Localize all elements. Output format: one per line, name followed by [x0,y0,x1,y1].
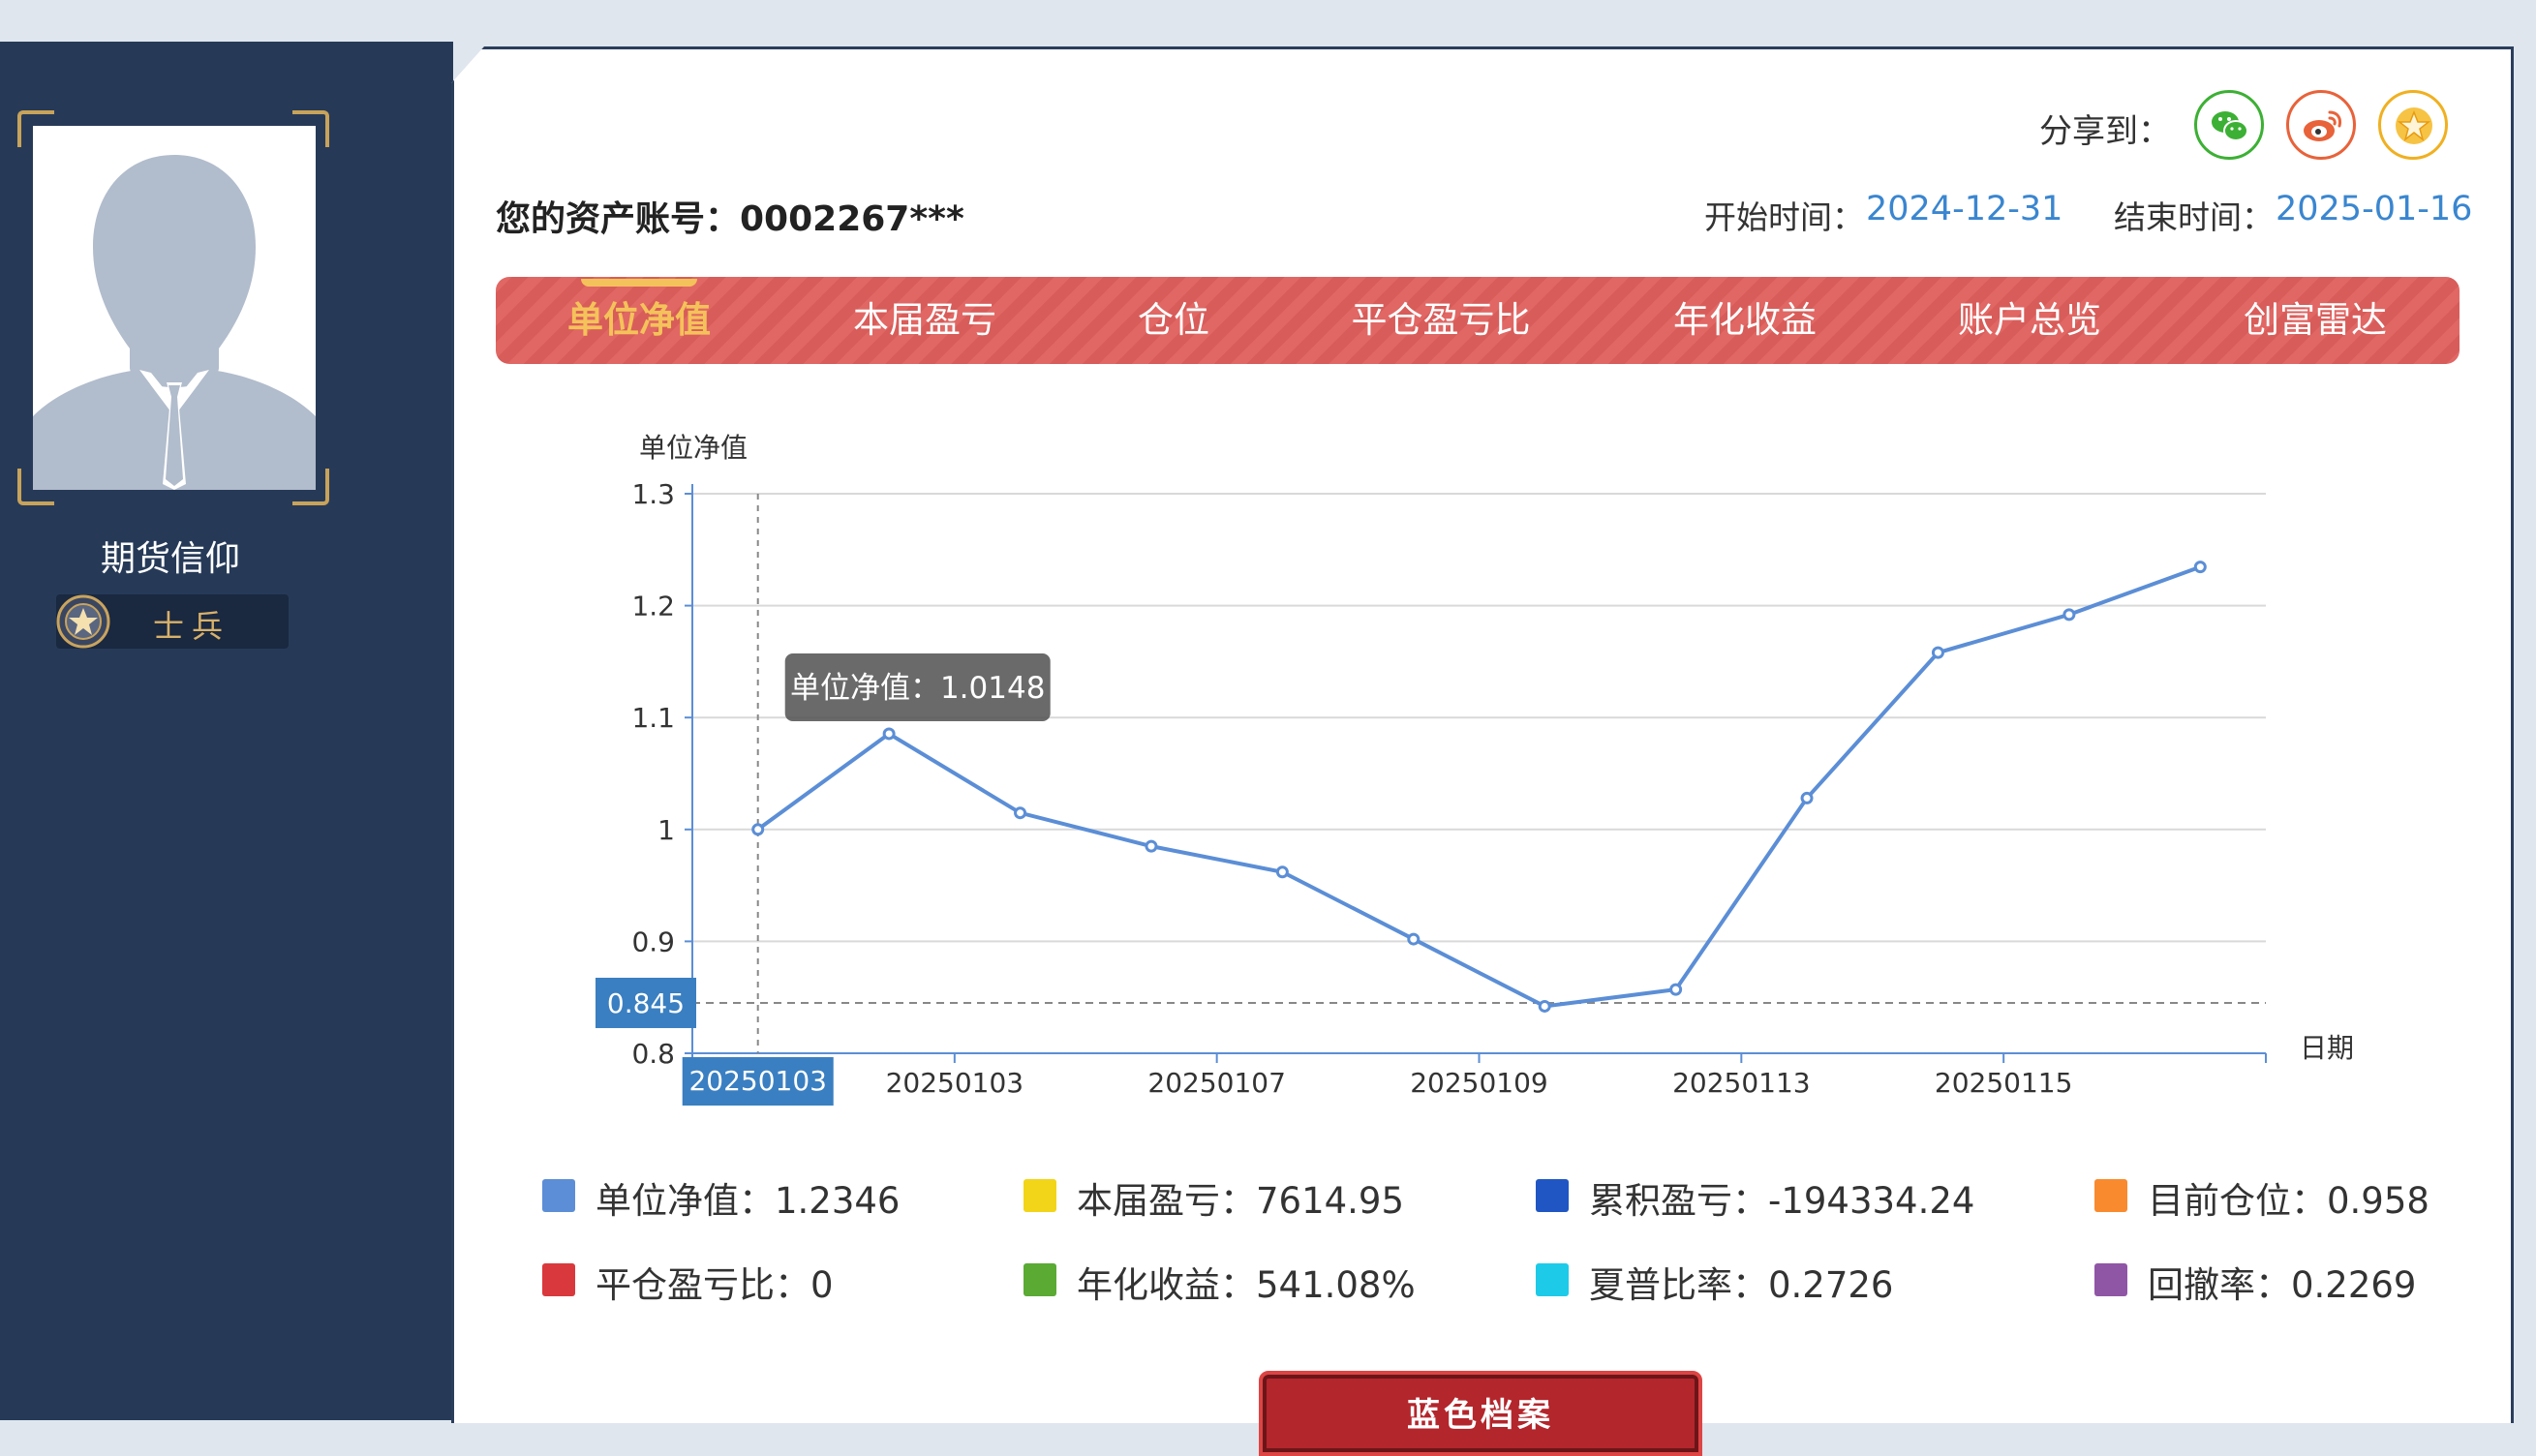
tab-wealth-radar[interactable]: 创富雷达 [2244,277,2387,364]
legend-swatch [542,1179,575,1212]
crosshair-y-label: 0.845 [607,987,685,1019]
data-point [1669,983,1683,996]
share-wechat-button[interactable] [2194,90,2264,160]
legend-label: 平仓盈亏比：0 [596,1264,834,1306]
y-tick-label: 1 [657,814,675,846]
y-tick-label: 0.8 [631,1038,675,1070]
legend-swatch [1536,1179,1569,1212]
x-axis-title: 日期 [2300,1032,2354,1064]
blue-archive-button[interactable]: 蓝色档案 [1259,1371,1702,1456]
tab-period-pnl[interactable]: 本届盈亏 [853,277,996,364]
archive-button-label: 蓝色档案 [1407,1396,1554,1435]
favorite-icon [2396,107,2432,144]
tab-close-pnl-ratio[interactable]: 平仓盈亏比 [1352,277,1531,364]
legend-swatch [542,1263,575,1296]
tab-account-overview[interactable]: 账户总览 [1958,277,2101,364]
legend-swatch [1024,1263,1056,1296]
end-time-label: 结束时间： [2114,198,2274,236]
legend-label: 单位净值：1.2346 [596,1180,901,1222]
end-time-value[interactable]: 2025-01-16 [2276,190,2472,228]
avatar-frame [17,110,329,505]
data-point [1014,806,1027,820]
default-avatar-icon [33,126,316,490]
username: 期货信仰 [100,539,240,579]
legend-label: 累积盈亏：-194334.24 [1589,1180,1975,1222]
data-point [751,823,765,836]
x-tick-label: 20250113 [1672,1067,1811,1099]
legend-label: 年化收益：541.08% [1077,1264,1416,1306]
legend-swatch [1536,1263,1569,1296]
rank-label: 士兵 [153,608,231,645]
data-point [2062,608,2076,622]
tab-unit-nav[interactable]: 单位净值 [567,277,711,364]
legend-label: 目前仓位：0.958 [2148,1180,2429,1222]
tab-position[interactable]: 仓位 [1138,277,1209,364]
data-point [1800,791,1814,804]
active-tab-indicator [581,279,697,287]
y-tick-label: 0.9 [631,925,675,957]
crosshair-x-label: 20250103 [688,1065,827,1097]
data-point [2193,561,2207,574]
data-point [1538,999,1551,1013]
legend-swatch [2094,1179,2127,1212]
unit-nav-chart[interactable]: 0.8 0.9 1 1.1 1.2 1.3 20250103 20250107 20250109… [542,416,2382,1113]
wechat-icon [2212,111,2248,141]
y-tick-label: 1.1 [631,702,675,734]
legend-swatch [2094,1263,2127,1296]
y-tick-label: 1.3 [631,478,675,510]
legend-label: 本届盈亏：7614.95 [1077,1180,1405,1222]
avatar[interactable] [33,126,316,490]
data-point [1145,839,1158,853]
share-label: 分享到： [2039,112,2171,151]
series-line-unit-nav [756,564,2201,1009]
star-medal-icon [56,594,110,649]
legend-label: 夏普比率：0.2726 [1589,1264,1894,1306]
legend-swatch [1024,1179,1056,1212]
metrics-legend: 单位净值：1.2346 本届盈亏：7614.95 累积盈亏：-194334.24 目前… [542,1171,2440,1317]
y-axis-title: 单位净值 [639,432,748,464]
legend-label: 回撤率：0.2269 [2148,1264,2417,1306]
x-tick-label: 20250115 [1935,1067,2073,1099]
x-tick-label: 20250109 [1410,1067,1548,1099]
start-time-value[interactable]: 2024-12-31 [1866,190,2062,228]
data-point [1931,646,1944,659]
share-favorite-button[interactable] [2378,90,2448,160]
weibo-icon [2304,110,2341,141]
rank-badge: 士兵 [56,594,289,649]
tooltip-text: 单位净值：1.0148 [790,671,1045,706]
data-point [882,727,896,741]
tab-annual-return[interactable]: 年化收益 [1673,277,1817,364]
data-point [1407,932,1421,946]
x-tick-label: 20250107 [1147,1067,1286,1099]
start-time-label: 开始时间： [1704,198,1864,236]
account-number: 您的资产账号：0002267*** [496,199,964,239]
x-tick-label: 20250103 [886,1067,1024,1099]
tab-bar: 单位净值 本届盈亏 仓位 平仓盈亏比 年化收益 账户总览 创富雷达 [496,277,2460,364]
data-point [1275,865,1289,879]
y-tick-label: 1.2 [631,591,675,622]
share-weibo-button[interactable] [2286,90,2356,160]
